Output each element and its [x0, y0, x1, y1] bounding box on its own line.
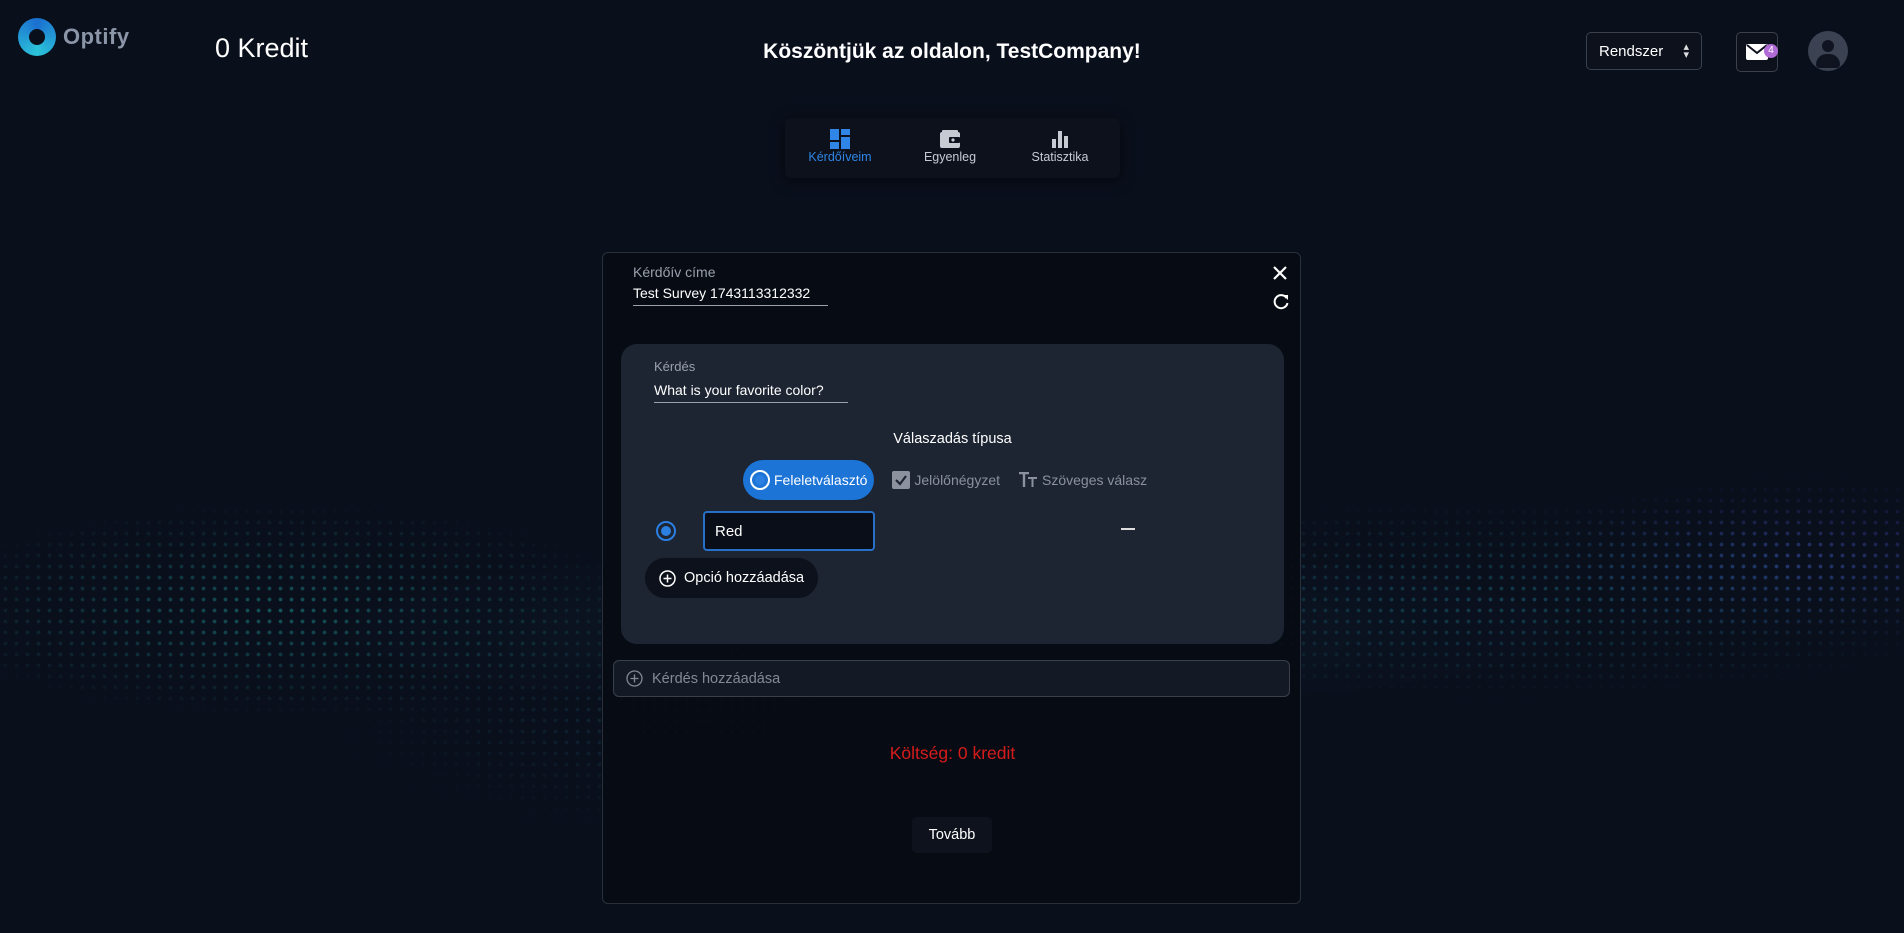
checkbox-icon: [892, 471, 911, 489]
tab-label: Kérdőíveim: [808, 150, 872, 164]
add-circle-icon: [626, 670, 643, 687]
bar-chart-icon: [1052, 131, 1068, 148]
remove-option-button[interactable]: [1121, 528, 1135, 530]
notification-badge: 4: [1764, 44, 1778, 58]
wallet-icon: [940, 130, 960, 148]
avatar[interactable]: [1808, 31, 1848, 71]
option-radio[interactable]: [656, 521, 676, 541]
user-icon: [1822, 40, 1834, 52]
tab-kerdoiveim[interactable]: Kérdőíveim: [785, 118, 895, 178]
question-label: Kérdés: [654, 359, 696, 374]
survey-title-label: Kérdőív címe: [633, 264, 716, 280]
dashboard-icon: [830, 129, 850, 149]
add-option-label: Opció hozzáadása: [684, 570, 805, 586]
text-format-icon: [1019, 472, 1038, 487]
add-option-button[interactable]: Opció hozzáadása: [645, 558, 819, 598]
answer-type-text[interactable]: Szöveges válasz: [1018, 460, 1147, 500]
answer-type-label: Jelölőnégyzet: [914, 472, 1001, 488]
add-question-label: Kérdés hozzáadása: [652, 670, 781, 687]
close-icon[interactable]: [1272, 265, 1288, 281]
system-select-value: Rendszer: [1599, 42, 1664, 60]
refresh-icon[interactable]: [1272, 293, 1290, 311]
question-block: Kérdés What is your favorite color? Vála…: [621, 344, 1284, 644]
main-tabs: Kérdőíveim Egyenleg Statisztika: [785, 118, 1120, 178]
tab-label: Statisztika: [1031, 150, 1089, 164]
tab-label: Egyenleg: [923, 150, 977, 164]
answer-type-heading: Válaszadás típusa: [893, 431, 1012, 447]
answer-type-multiple-choice[interactable]: Feleletválasztó: [743, 460, 875, 500]
tab-statisztika[interactable]: Statisztika: [1005, 118, 1115, 178]
answer-type-label: Feleletválasztó: [774, 472, 868, 488]
cost-text: Költség: 0 kredit: [889, 743, 1016, 763]
survey-editor-card: Kérdőív címe Test Survey 1743113312332 K…: [602, 252, 1301, 904]
system-select[interactable]: Rendszer ▴ ▾: [1586, 32, 1702, 70]
next-button[interactable]: Tovább: [912, 817, 992, 853]
tab-egyenleg[interactable]: Egyenleg: [895, 118, 1005, 178]
mail-button[interactable]: 4: [1736, 32, 1778, 72]
radio-selected-icon: [750, 470, 770, 490]
add-question-button[interactable]: Kérdés hozzáadása: [613, 660, 1290, 697]
answer-type-label: Szöveges válasz: [1042, 472, 1148, 488]
answer-type-checkbox[interactable]: Jelölőnégyzet: [892, 460, 1000, 500]
add-circle-icon: [659, 569, 676, 587]
question-input[interactable]: What is your favorite color?: [654, 382, 848, 403]
survey-title-input[interactable]: Test Survey 1743113312332: [633, 285, 828, 306]
answer-type-options: Feleletválasztó Jelölőnégyzet Szöveges v…: [743, 460, 1147, 500]
option-input[interactable]: [703, 511, 875, 551]
chevron-up-down-icon: ▴ ▾: [1683, 41, 1689, 61]
